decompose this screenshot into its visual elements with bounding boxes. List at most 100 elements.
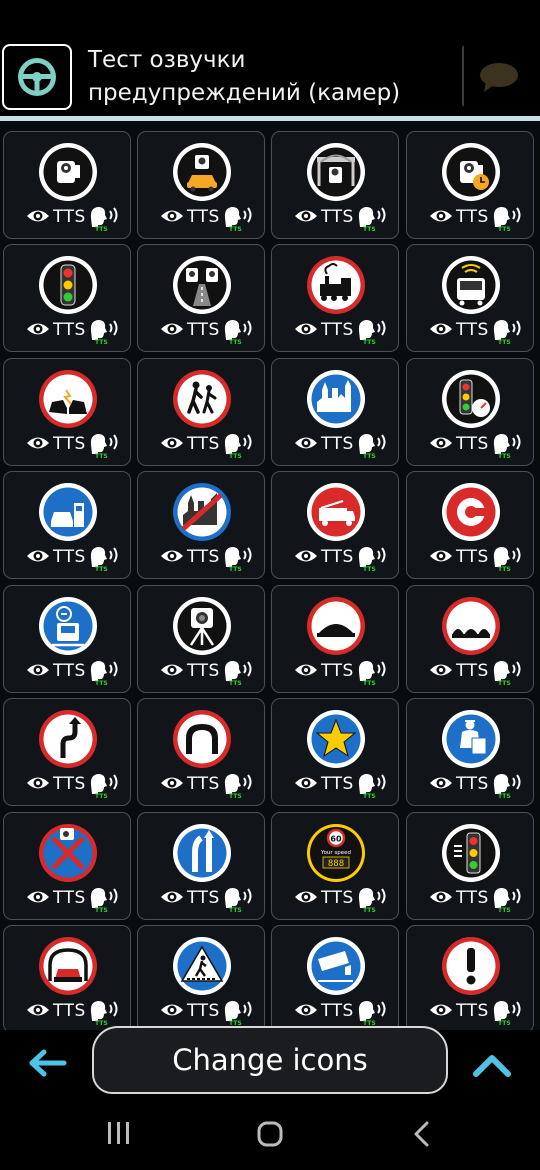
eye-icon[interactable]	[294, 321, 318, 341]
your-speed-display-icon[interactable]: 60 Your speed 888	[305, 822, 367, 884]
car-crash-icon[interactable]	[37, 368, 99, 430]
eye-icon[interactable]	[294, 775, 318, 795]
fire-truck-icon[interactable]	[305, 481, 367, 543]
pedestrian-crossing-icon[interactable]	[171, 935, 233, 997]
gas-station-icon[interactable]	[37, 481, 99, 543]
warning-tile[interactable]: TTS TTS	[271, 925, 399, 1030]
warning-tile[interactable]: TTS TTS	[137, 244, 265, 352]
warning-tile[interactable]: TTS TTS	[3, 585, 131, 693]
warning-tile[interactable]: TTS TTS	[406, 585, 534, 693]
traffic-light-speed-icon[interactable]	[440, 368, 502, 430]
speed-bump-icon[interactable]	[305, 595, 367, 657]
eye-icon[interactable]	[26, 435, 50, 455]
eye-icon[interactable]	[160, 1002, 184, 1022]
city-entrance-icon[interactable]	[305, 368, 367, 430]
road-merge-icon[interactable]	[171, 822, 233, 884]
eye-icon[interactable]	[26, 548, 50, 568]
warning-tile[interactable]: 60 Your speed 888 TTS TTS	[271, 812, 399, 920]
back-icon[interactable]	[410, 1120, 434, 1152]
eye-icon[interactable]	[160, 435, 184, 455]
eye-icon[interactable]	[160, 889, 184, 909]
tts-label[interactable]: TTS	[321, 207, 354, 227]
traffic-light-icon[interactable]	[37, 254, 99, 316]
warning-tile[interactable]: TTS TTS	[406, 244, 534, 352]
rough-road-icon[interactable]	[440, 595, 502, 657]
tts-label[interactable]: TTS	[456, 774, 489, 794]
warning-tile[interactable]: TTS TTS	[137, 131, 265, 239]
warning-tile[interactable]: TTS TTS	[271, 471, 399, 579]
warning-tile[interactable]: TTS TTS	[3, 698, 131, 806]
police-post-icon[interactable]	[440, 708, 502, 770]
eye-icon[interactable]	[429, 889, 453, 909]
eye-icon[interactable]	[26, 321, 50, 341]
eye-icon[interactable]	[294, 889, 318, 909]
warning-tile[interactable]: TTS TTS	[406, 471, 534, 579]
eye-icon[interactable]	[26, 662, 50, 682]
tts-label[interactable]: TTS	[187, 320, 220, 340]
eye-icon[interactable]	[160, 662, 184, 682]
tts-label[interactable]: TTS	[321, 774, 354, 794]
tts-label[interactable]: TTS	[456, 547, 489, 567]
warning-tile[interactable]: TTS TTS	[271, 131, 399, 239]
eye-icon[interactable]	[294, 548, 318, 568]
eye-icon[interactable]	[26, 889, 50, 909]
tunnel-icon[interactable]	[171, 708, 233, 770]
warning-tile[interactable]: TTS TTS	[3, 471, 131, 579]
lane-camera-icon[interactable]	[171, 254, 233, 316]
tts-label[interactable]: TTS	[187, 888, 220, 908]
tts-label[interactable]: TTS	[187, 1001, 220, 1021]
tts-label[interactable]: TTS	[53, 434, 86, 454]
traffic-light-alert-icon[interactable]	[440, 822, 502, 884]
tts-label[interactable]: TTS	[53, 207, 86, 227]
tts-label[interactable]: TTS	[53, 774, 86, 794]
tts-label[interactable]: TTS	[187, 661, 220, 681]
tts-label[interactable]: TTS	[187, 434, 220, 454]
no-parking-camera-icon[interactable]	[37, 822, 99, 884]
warning-tile[interactable]: TTS TTS	[3, 812, 131, 920]
tts-label[interactable]: TTS	[321, 888, 354, 908]
double-curve-icon[interactable]	[37, 708, 99, 770]
eye-icon[interactable]	[26, 1002, 50, 1022]
chat-bubble-icon[interactable]	[476, 60, 522, 100]
eye-icon[interactable]	[429, 1002, 453, 1022]
tts-label[interactable]: TTS	[53, 888, 86, 908]
tts-label[interactable]: TTS	[456, 661, 489, 681]
eye-icon[interactable]	[160, 548, 184, 568]
warning-tile[interactable]: TTS TTS	[406, 358, 534, 466]
recent-apps-icon[interactable]	[106, 1120, 132, 1150]
exclamation-warning-icon[interactable]	[440, 935, 502, 997]
surveillance-camera-icon[interactable]	[305, 935, 367, 997]
eye-icon[interactable]	[160, 775, 184, 795]
tts-label[interactable]: TTS	[187, 547, 220, 567]
warning-tile[interactable]: TTS TTS	[3, 131, 131, 239]
warning-tile[interactable]: TTS TTS	[271, 698, 399, 806]
eye-icon[interactable]	[294, 435, 318, 455]
warning-tile[interactable]: TTS TTS	[406, 925, 534, 1030]
warning-tile[interactable]: TTS TTS	[137, 812, 265, 920]
tts-label[interactable]: TTS	[456, 1001, 489, 1021]
eye-icon[interactable]	[429, 662, 453, 682]
favorite-star-icon[interactable]	[305, 708, 367, 770]
tripod-camera-icon[interactable]	[171, 595, 233, 657]
change-icons-button[interactable]: Change icons	[92, 1026, 448, 1094]
tunnel-car-icon[interactable]	[37, 935, 99, 997]
eye-icon[interactable]	[294, 1002, 318, 1022]
tts-label[interactable]: TTS	[456, 434, 489, 454]
car-camera-icon[interactable]	[171, 141, 233, 203]
warning-tile[interactable]: TTS TTS	[3, 244, 131, 352]
tts-label[interactable]: TTS	[321, 320, 354, 340]
tts-label[interactable]: TTS	[321, 547, 354, 567]
eye-icon[interactable]	[294, 662, 318, 682]
warning-tile[interactable]: TTS TTS	[137, 585, 265, 693]
tts-label[interactable]: TTS	[187, 774, 220, 794]
warning-tile[interactable]: TTS TTS	[137, 471, 265, 579]
tts-label[interactable]: TTS	[456, 207, 489, 227]
eye-icon[interactable]	[429, 321, 453, 341]
warning-tile[interactable]: TTS TTS	[271, 585, 399, 693]
home-icon[interactable]	[256, 1120, 284, 1152]
eye-icon[interactable]	[26, 775, 50, 795]
warning-tile[interactable]: TTS TTS	[137, 698, 265, 806]
railway-crossing-icon[interactable]	[305, 254, 367, 316]
warning-tile[interactable]: TTS TTS	[3, 925, 131, 1030]
tts-label[interactable]: TTS	[321, 1001, 354, 1021]
